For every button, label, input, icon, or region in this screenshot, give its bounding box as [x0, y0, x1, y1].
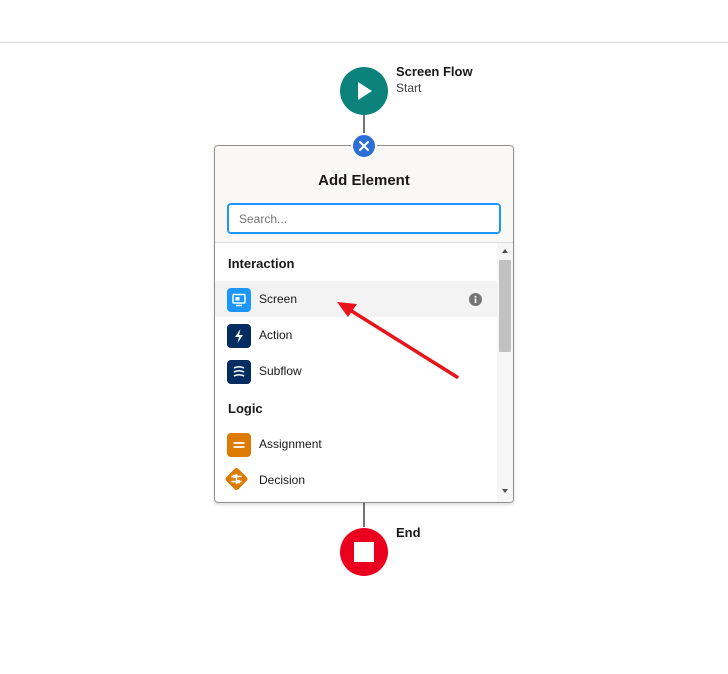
- subflow-icon: [227, 360, 251, 384]
- info-icon[interactable]: [469, 293, 482, 306]
- start-node-subtitle: Start: [396, 81, 422, 95]
- list-item-label: Assignment: [259, 437, 322, 451]
- list-item-label: Subflow: [259, 364, 302, 378]
- list-item-label: Action: [259, 328, 293, 342]
- list-item-subflow[interactable]: Subflow: [215, 353, 497, 389]
- scroll-down-arrow-icon[interactable]: [502, 489, 508, 493]
- section-heading-interaction: Interaction: [228, 256, 295, 271]
- list-item-decision[interactable]: Decision: [215, 462, 497, 498]
- search-input[interactable]: [227, 203, 501, 234]
- list-item-assignment[interactable]: Assignment: [215, 426, 497, 462]
- list-item-label: Screen: [259, 292, 298, 306]
- list-item-label: Decision: [259, 473, 306, 487]
- list-scrollbar[interactable]: [497, 243, 513, 502]
- header-divider: [0, 42, 728, 43]
- panel-title: Add Element: [318, 172, 410, 189]
- list-item-action[interactable]: Action: [215, 317, 497, 353]
- close-icon: [359, 141, 369, 151]
- list-item-screen[interactable]: Screen: [215, 281, 497, 317]
- add-element-panel: Add Element Interaction Screen: [214, 145, 514, 503]
- lightning-bolt-icon: [227, 324, 251, 348]
- end-node[interactable]: [340, 528, 388, 576]
- connector-line-bottom: [363, 503, 365, 527]
- start-node[interactable]: [340, 67, 388, 115]
- connector-line-top: [363, 114, 365, 134]
- close-add-element-button[interactable]: [351, 133, 377, 159]
- stop-icon: [354, 542, 374, 562]
- section-heading-logic: Logic: [228, 401, 263, 416]
- element-list: Interaction Screen Action Subflow Logic …: [215, 243, 497, 502]
- screen-icon: [227, 288, 251, 312]
- end-node-title: End: [396, 525, 421, 540]
- scrollbar-thumb[interactable]: [499, 260, 511, 352]
- assignment-icon: [227, 433, 251, 457]
- scroll-up-arrow-icon[interactable]: [502, 249, 508, 253]
- start-node-title: Screen Flow: [396, 64, 473, 79]
- panel-header: Add Element: [215, 146, 513, 243]
- play-icon: [358, 82, 372, 100]
- decision-icon: [225, 467, 251, 493]
